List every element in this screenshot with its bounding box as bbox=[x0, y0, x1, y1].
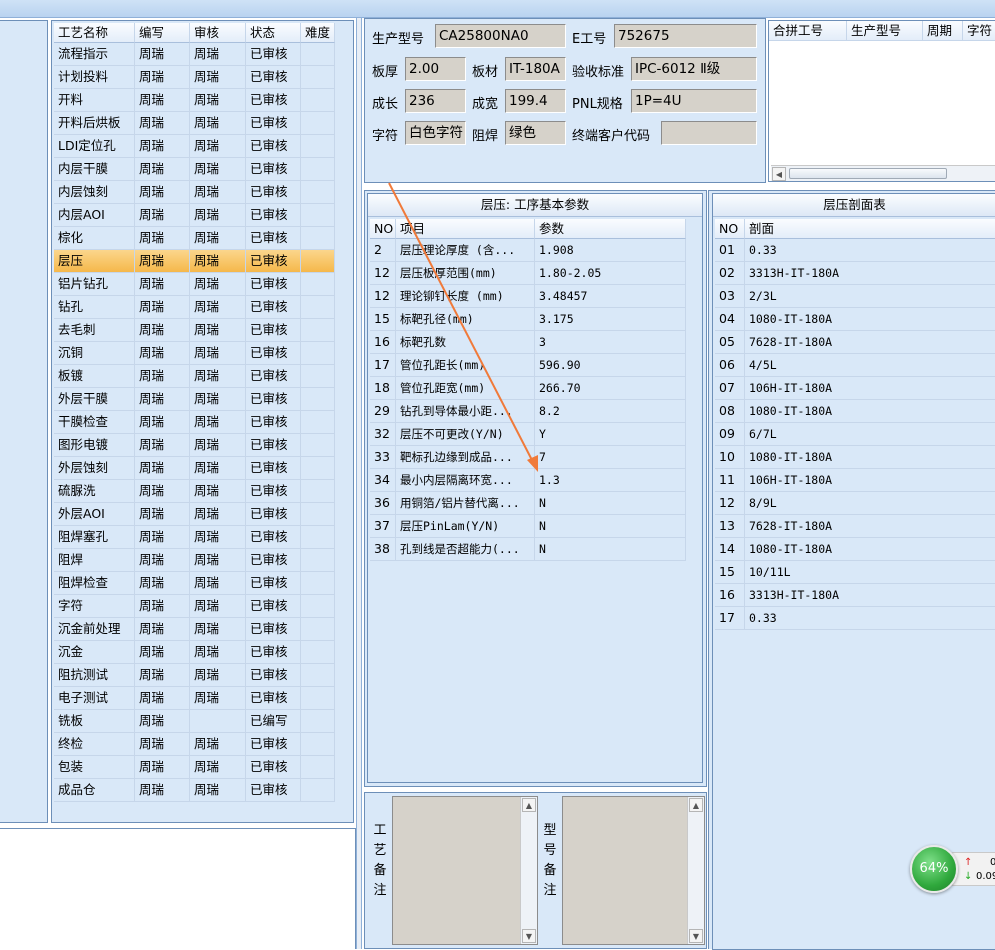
download-speed: 0.09 bbox=[976, 871, 995, 882]
download-arrow-icon: ↓ bbox=[964, 871, 973, 882]
network-widget[interactable]: ↑ 0 ↓ 0.09 64% bbox=[908, 842, 995, 894]
upload-arrow-icon: ↑ bbox=[964, 857, 973, 868]
memory-gauge[interactable]: 64% bbox=[910, 845, 958, 893]
upload-speed: 0 bbox=[990, 857, 995, 868]
memory-percent: 64% bbox=[919, 861, 949, 876]
annotation-arrow bbox=[388, 182, 538, 472]
